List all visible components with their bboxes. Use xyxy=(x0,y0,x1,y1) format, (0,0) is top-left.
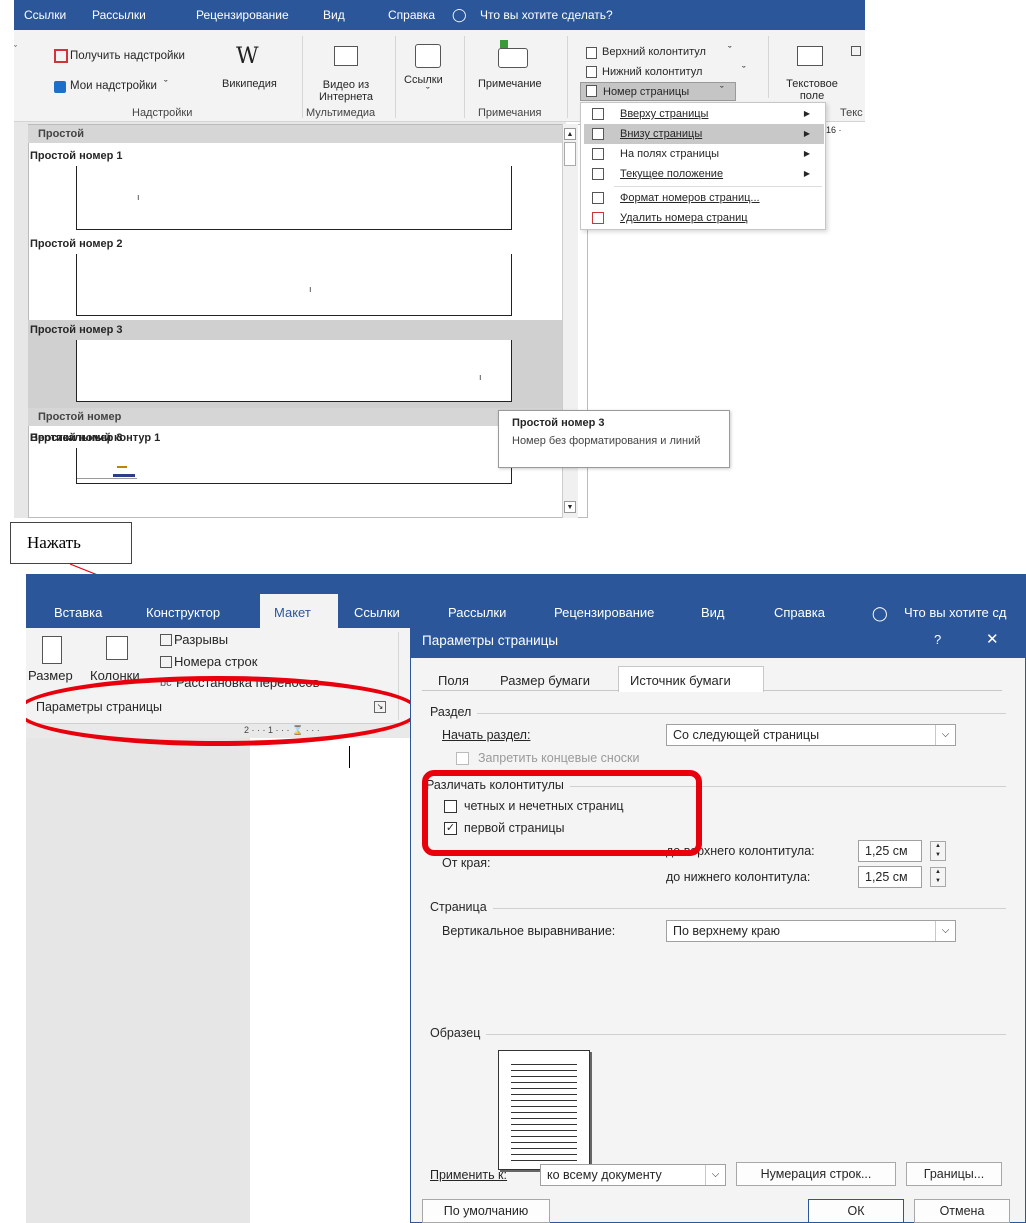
tab-paper-source[interactable]: Источник бумаги xyxy=(630,670,731,692)
apply-to-label: Применить к: xyxy=(430,1168,508,1182)
section-start-label: Начать раздел: xyxy=(442,728,531,742)
preview-page xyxy=(498,1050,590,1170)
help-button[interactable]: ? xyxy=(934,632,941,647)
chevron-down-icon: ⌵ xyxy=(935,725,955,745)
header-distance-input[interactable]: 1,25 см xyxy=(858,840,922,862)
ok-button[interactable]: ОК xyxy=(808,1199,904,1223)
borders-button[interactable]: Границы... xyxy=(906,1162,1002,1186)
suppress-endnotes-checkbox[interactable] xyxy=(456,752,469,765)
tab-layout[interactable]: Макет xyxy=(274,598,311,628)
divider xyxy=(430,1034,1006,1035)
preview-lines xyxy=(511,1059,577,1163)
breaks-icon xyxy=(160,634,172,646)
document-page[interactable] xyxy=(250,738,410,1223)
bottom-screenshot: Вставка Конструктор Макет Ссылки Рассылк… xyxy=(26,574,1026,1223)
tab-paper-size[interactable]: Размер бумаги xyxy=(500,670,590,692)
close-button[interactable]: ✕ xyxy=(986,630,999,648)
size-icon xyxy=(42,636,62,664)
set-default-button[interactable]: По умолчанию xyxy=(422,1199,550,1223)
line-numbers-button[interactable]: Нумерация строк... xyxy=(736,1162,896,1186)
highlight-box xyxy=(422,770,702,856)
tab-design[interactable]: Конструктор xyxy=(146,598,220,628)
dialog-title: Параметры страницы xyxy=(422,633,559,648)
footer-distance-spinner[interactable]: ▲ ▼ xyxy=(930,867,946,887)
footer-distance-label: до нижнего колонтитула: xyxy=(666,870,811,884)
page-title: Страница xyxy=(430,900,493,914)
line-numbers-icon xyxy=(160,656,172,668)
columns-icon xyxy=(106,636,128,660)
divider xyxy=(430,908,1006,909)
tab-references[interactable]: Ссылки xyxy=(354,598,400,628)
valign-label: Вертикальное выравнивание: xyxy=(442,924,616,938)
chevron-down-icon: ⌵ xyxy=(705,1165,725,1185)
header-distance-spinner[interactable]: ▲ ▼ xyxy=(930,841,946,861)
from-edge-label: От края: xyxy=(442,856,491,870)
section-start-select[interactable]: Со следующей страницы ⌵ xyxy=(666,724,956,746)
text-cursor xyxy=(349,746,350,768)
tab-margins[interactable]: Поля xyxy=(438,670,469,692)
tab-insert[interactable]: Вставка xyxy=(54,598,102,628)
size-button[interactable]: Размер xyxy=(28,668,73,683)
section-title: Раздел xyxy=(430,705,478,719)
apply-to-select[interactable]: ко всему документу ⌵ xyxy=(540,1164,726,1186)
preview-title: Образец xyxy=(430,1026,487,1040)
highlight-ellipse xyxy=(26,676,420,746)
cancel-button[interactable]: Отмена xyxy=(914,1199,1010,1223)
line-numbers-button[interactable]: Номера строк xyxy=(174,654,257,669)
valign-select[interactable]: По верхнему краю ⌵ xyxy=(666,920,956,942)
chevron-down-icon: ⌵ xyxy=(935,921,955,941)
footer-distance-input[interactable]: 1,25 см xyxy=(858,866,922,888)
divider xyxy=(430,713,1006,714)
breaks-button[interactable]: Разрывы xyxy=(174,632,228,647)
suppress-endnotes-label: Запретить концевые сноски xyxy=(478,751,640,765)
document-margin xyxy=(26,738,250,1223)
